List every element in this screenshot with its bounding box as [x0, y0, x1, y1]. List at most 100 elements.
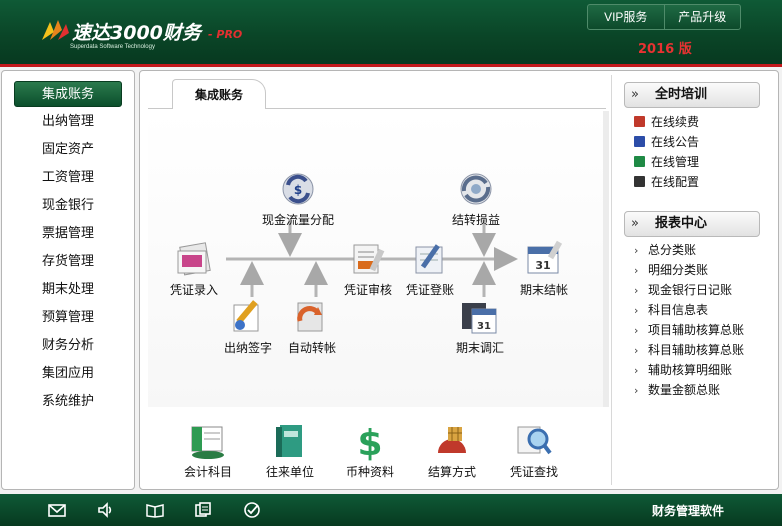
- calendar-icon: 31: [527, 240, 563, 274]
- main-panel: 集成账务 $ 现金流量分配 结转损益 凭证录入 凭证审核 凭证登账 31 期末结…: [139, 70, 779, 490]
- flow-label-cashflow: 现金流量分配: [262, 213, 335, 227]
- chevron-right-icon: ›: [634, 344, 639, 357]
- flow-label-period-adjust: 期末调汇: [456, 341, 505, 355]
- sidebar-item-inventory[interactable]: 存货管理: [14, 249, 122, 275]
- shortcut-label-currency: 币种资料: [346, 465, 395, 479]
- flow-label-auto-transfer: 自动转帐: [288, 341, 337, 355]
- brand-name: 速达3000财务: [72, 22, 201, 44]
- shortcut-partners[interactable]: 往来单位: [266, 421, 314, 480]
- training-link-notice[interactable]: 在线公告: [634, 133, 699, 151]
- flow-node-period-close[interactable]: 31 期末结帐: [520, 239, 568, 298]
- chevron-double-right-icon: »: [631, 216, 639, 231]
- report-link-account-aux[interactable]: › 科目辅助核算总账: [634, 341, 744, 359]
- speaker-icon[interactable]: [96, 500, 116, 520]
- shortcut-currency[interactable]: $ 币种资料: [346, 421, 394, 480]
- reports-title: 报表中心: [655, 216, 708, 231]
- report-link-project-aux[interactable]: › 项目辅助核算总账: [634, 321, 744, 339]
- panel-divider: [611, 75, 612, 485]
- report-link-subsidiary-ledger[interactable]: › 明细分类账: [634, 261, 708, 279]
- training-link-config[interactable]: 在线配置: [634, 173, 699, 191]
- flow-node-voucher-entry[interactable]: 凭证录入: [170, 239, 218, 298]
- currency-icon: $: [357, 423, 382, 461]
- upgrade-button[interactable]: 产品升级: [663, 5, 741, 29]
- shortcut-label-settlement: 结算方式: [428, 465, 477, 479]
- cashflow-icon: $: [282, 173, 314, 205]
- sidebar-item-system[interactable]: 系统维护: [14, 389, 122, 415]
- training-link-manage[interactable]: 在线管理: [634, 153, 699, 171]
- sidebar-item-integrated-accounting[interactable]: 集成账务: [14, 81, 122, 107]
- chevron-right-icon: ›: [634, 304, 639, 317]
- cashier-sign-icon: [233, 300, 259, 332]
- shortcut-accounts[interactable]: 会计科目: [184, 421, 232, 480]
- flow-node-voucher-review[interactable]: 凭证审核: [344, 239, 392, 298]
- flow-label-period-close: 期末结帐: [520, 283, 569, 297]
- flow-node-voucher-post[interactable]: 凭证登账: [406, 239, 454, 298]
- reports-header[interactable]: » 报表中心: [624, 211, 760, 237]
- flow-node-transfer-pl[interactable]: 结转损益: [452, 169, 500, 228]
- flow-label-cashier-sign: 出纳签字: [224, 341, 273, 355]
- shortcut-label-voucher-search: 凭证查找: [510, 465, 559, 479]
- sidebar-item-cashier[interactable]: 出纳管理: [14, 109, 122, 135]
- svg-text:31: 31: [535, 259, 550, 272]
- sidebar-item-payroll[interactable]: 工资管理: [14, 165, 122, 191]
- report-link-general-ledger[interactable]: › 总分类账: [634, 241, 696, 259]
- check-circle-icon[interactable]: [242, 500, 262, 520]
- report-link-cash-journal[interactable]: › 现金银行日记账: [634, 281, 732, 299]
- sidebar-item-group[interactable]: 集团应用: [14, 361, 122, 387]
- flow-node-auto-transfer[interactable]: 自动转帐: [288, 297, 336, 356]
- top-buttons: VIP服务 产品升级: [587, 4, 741, 30]
- sidebar-item-fixed-assets[interactable]: 固定资产: [14, 137, 122, 163]
- header: 速达3000财务 - PRO Superdata Software Techno…: [0, 0, 782, 67]
- report-link-aux-detail[interactable]: › 辅助核算明细账: [634, 361, 732, 379]
- sidebar-item-budget[interactable]: 预算管理: [14, 305, 122, 331]
- auto-transfer-icon: [297, 302, 323, 332]
- brand-subtitle: Superdata Software Technology: [70, 44, 155, 50]
- chevron-right-icon: ›: [634, 384, 639, 397]
- report-link-account-info[interactable]: › 科目信息表: [634, 301, 708, 319]
- logo-mark-icon: [42, 20, 69, 40]
- chevron-right-icon: ›: [634, 364, 639, 377]
- svg-text:31: 31: [477, 321, 491, 332]
- voucher-post-icon: [415, 244, 443, 274]
- version-label: 2016 版: [638, 42, 692, 57]
- voucher-review-icon: [353, 244, 385, 274]
- flow-label-voucher-post: 凭证登账: [406, 283, 455, 297]
- shortcut-voucher-search[interactable]: 凭证查找: [510, 421, 558, 480]
- training-link-renew[interactable]: 在线续费: [634, 113, 699, 131]
- transfer-pl-icon: [460, 173, 492, 205]
- svg-text:$: $: [294, 183, 302, 197]
- sidebar-item-bills[interactable]: 票据管理: [14, 221, 122, 247]
- header-divider: [0, 64, 782, 67]
- chevron-double-right-icon: »: [631, 87, 639, 102]
- shortcut-label-accounts: 会计科目: [184, 465, 233, 479]
- training-title: 全时培训: [655, 87, 708, 102]
- coins-icon: [438, 427, 466, 453]
- shortcut-settlement[interactable]: 结算方式: [428, 421, 476, 480]
- book-green-icon: [634, 156, 645, 167]
- mail-icon[interactable]: [47, 500, 67, 520]
- flow-label-voucher-review: 凭证审核: [344, 283, 393, 297]
- chevron-right-icon: ›: [634, 284, 639, 297]
- training-header[interactable]: » 全时培训: [624, 82, 760, 108]
- brand-suffix: - PRO: [208, 28, 243, 41]
- book-open-icon[interactable]: [145, 500, 165, 520]
- book-blue-icon: [634, 136, 645, 147]
- flow-label-transfer-pl: 结转损益: [452, 213, 501, 227]
- period-adjust-icon: 31: [462, 303, 497, 334]
- book-dark-icon: [634, 176, 645, 187]
- magnifier-icon: [517, 426, 552, 455]
- chevron-right-icon: ›: [634, 264, 639, 277]
- flow-node-cashflow[interactable]: $ 现金流量分配: [262, 169, 334, 228]
- report-link-quantity-amount[interactable]: › 数量金额总账: [634, 381, 720, 399]
- flow-node-cashier-sign[interactable]: 出纳签字: [224, 297, 272, 356]
- flow-node-period-adjust[interactable]: 31 期末调汇: [456, 297, 504, 356]
- sidebar-item-financial-analysis[interactable]: 财务分析: [14, 333, 122, 359]
- sidebar-item-cash-bank[interactable]: 现金银行: [14, 193, 122, 219]
- flow-scrollbar: [603, 111, 609, 407]
- vip-service-button[interactable]: VIP服务: [588, 5, 664, 29]
- ledger-icon: [191, 426, 224, 459]
- windows-icon[interactable]: [193, 500, 213, 520]
- voucher-entry-icon: [177, 242, 211, 276]
- sidebar-item-period-end[interactable]: 期末处理: [14, 277, 122, 303]
- tab-integrated-accounting[interactable]: 集成账务: [172, 79, 266, 109]
